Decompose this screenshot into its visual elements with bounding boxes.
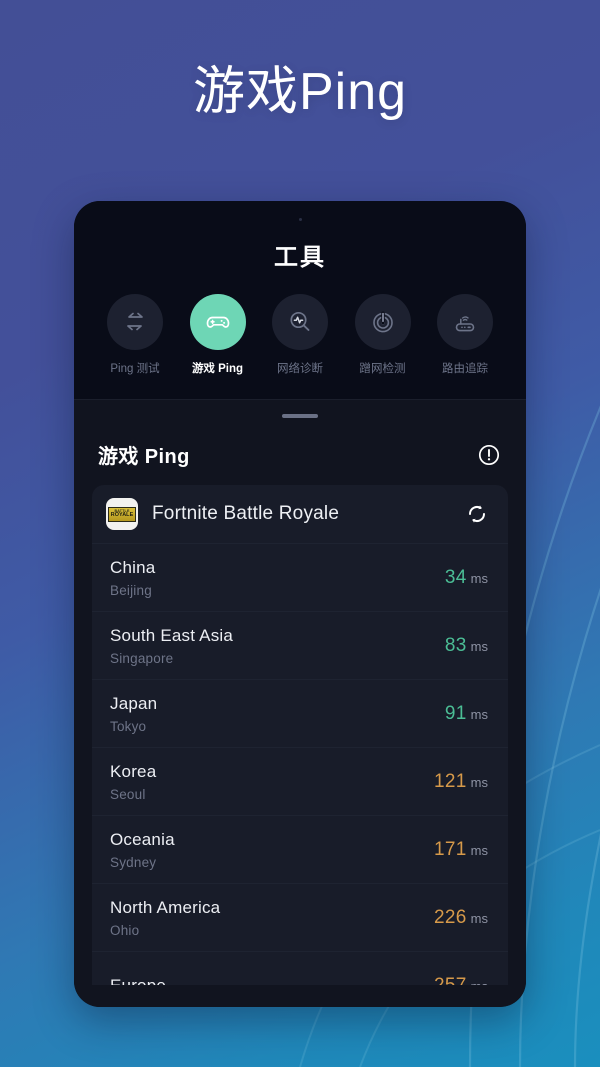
latency-unit: ms	[470, 842, 488, 858]
ping-row[interactable]: Europe 257 ms	[92, 951, 508, 985]
tab-game-ping[interactable]: 游戏 Ping	[179, 294, 257, 376]
latency-number: 83	[444, 634, 467, 656]
latency-unit: ms	[470, 774, 488, 790]
region-block: Oceania Sydney	[110, 830, 175, 870]
tab-label: 网络诊断	[277, 363, 323, 375]
latency-number: 121	[434, 770, 467, 792]
latency-unit: ms	[470, 570, 488, 586]
region-name: Oceania	[110, 829, 175, 849]
latency-unit: ms	[470, 706, 488, 722]
region-block: Japan Tokyo	[110, 694, 157, 734]
fortnite-banner-line2: ROYALE	[110, 512, 134, 519]
region-name: South East Asia	[110, 625, 234, 645]
latency-value: 34 ms	[445, 567, 488, 589]
tab-icon-circle	[189, 294, 246, 350]
tab-ping-test[interactable]: Ping 测试	[96, 294, 174, 376]
region-city: Singapore	[110, 650, 174, 666]
gamepad-icon	[206, 316, 229, 328]
ping-row[interactable]: South East Asia Singapore 83 ms	[92, 611, 508, 679]
ping-row-list: China Beijing 34 ms South East Asia Singapore…	[92, 543, 508, 985]
tab-label: 路由追踪	[442, 363, 488, 375]
ping-row[interactable]: Japan Tokyo 91 ms	[92, 679, 508, 747]
tab-label: 蹭网检测	[359, 363, 406, 375]
tools-tabbar: Ping 测试 游戏 Ping 网络诊断 蹭网检测 路由追踪	[74, 272, 526, 376]
latency-number: 226	[434, 906, 467, 928]
latency-value: 91 ms	[445, 703, 488, 725]
game-ping-sheet: 游戏 Ping BATTLE ROYALE Fortnite Battle Ro…	[74, 399, 526, 1007]
region-name: Japan	[110, 693, 158, 713]
tab-icon-circle	[354, 294, 411, 350]
tools-panel: 工具 Ping 测试 游戏 Ping 网络诊断 蹭网检测 路由追踪	[74, 201, 526, 399]
region-block: South East Asia Singapore	[110, 626, 233, 666]
region-block: North America Ohio	[110, 898, 220, 938]
tab-wifi-intruder-detect[interactable]: 蹭网检测	[344, 294, 422, 376]
tab-icon-circle	[272, 294, 328, 350]
latency-value: 257 ms	[434, 975, 488, 986]
camera-dot	[298, 218, 302, 221]
latency-value: 171 ms	[434, 839, 488, 861]
region-name: China	[110, 557, 156, 577]
tab-label: 游戏 Ping	[191, 363, 244, 375]
magnifier-pulse-icon	[290, 311, 310, 331]
ping-row[interactable]: North America Ohio 226 ms	[92, 883, 508, 951]
region-block: Europe	[110, 976, 166, 986]
phone-mockup: 工具 Ping 测试 游戏 Ping 网络诊断 蹭网检测 路由追踪 游戏 Pin…	[74, 201, 526, 1007]
region-name: Korea	[110, 761, 157, 781]
latency-value: 83 ms	[445, 635, 488, 657]
sheet-title: 游戏 Ping	[98, 446, 190, 468]
ping-results-card: BATTLE ROYALE Fortnite Battle Royale Chi…	[92, 485, 508, 985]
ping-row[interactable]: China Beijing 34 ms	[92, 543, 508, 611]
refresh-icon	[469, 505, 485, 523]
region-city: Seoul	[110, 786, 146, 802]
radar-icon	[372, 311, 393, 333]
latency-unit: ms	[470, 910, 488, 926]
region-name: Europe	[110, 975, 167, 986]
fortnite-icon: BATTLE ROYALE	[106, 498, 138, 530]
region-city: Beijing	[110, 582, 152, 598]
tab-label: Ping 测试	[110, 363, 160, 375]
latency-number: 34	[444, 566, 467, 588]
refresh-button[interactable]	[464, 501, 490, 527]
exclamation-circle-icon	[478, 444, 500, 465]
ping-row[interactable]: Oceania Sydney 171 ms	[92, 815, 508, 883]
tools-title: 工具	[274, 244, 326, 271]
latency-value: 226 ms	[434, 907, 488, 929]
tab-network-diagnosis[interactable]: 网络诊断	[261, 294, 339, 376]
game-name: Fortnite Battle Royale	[152, 503, 340, 524]
page-title: 游戏Ping	[192, 63, 408, 121]
fortnite-banner: BATTLE ROYALE	[108, 506, 136, 522]
region-city: Ohio	[110, 922, 140, 938]
tab-icon-circle	[437, 294, 493, 350]
region-city: Sydney	[110, 854, 157, 870]
tab-route-trace[interactable]: 路由追踪	[426, 294, 504, 376]
region-block: China Beijing	[110, 558, 155, 598]
ping-row[interactable]: Korea Seoul 121 ms	[92, 747, 508, 815]
region-block: Korea Seoul	[110, 762, 156, 802]
swap-arrows-icon	[127, 312, 143, 331]
latency-number: 257	[434, 974, 467, 986]
info-button[interactable]	[476, 442, 502, 468]
latency-value: 121 ms	[434, 771, 488, 793]
tab-icon-circle	[107, 294, 163, 350]
sheet-header: 游戏 Ping	[74, 418, 526, 485]
router-wifi-icon	[455, 316, 475, 332]
latency-unit: ms	[471, 979, 488, 986]
latency-number: 91	[444, 702, 467, 724]
selected-game-row[interactable]: BATTLE ROYALE Fortnite Battle Royale	[92, 485, 508, 543]
latency-number: 171	[434, 838, 467, 860]
region-name: North America	[110, 897, 221, 917]
latency-unit: ms	[470, 638, 488, 654]
region-city: Tokyo	[110, 718, 147, 734]
